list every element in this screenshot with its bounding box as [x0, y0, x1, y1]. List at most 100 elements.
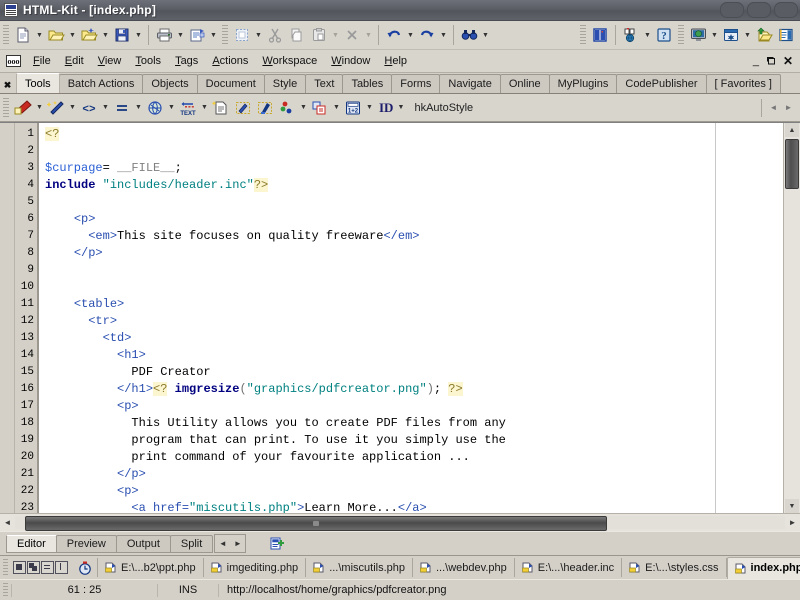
horizontal-scroll-track[interactable] — [15, 516, 785, 531]
id-dropdown[interactable]: ▼ — [395, 97, 406, 119]
split-view-icon[interactable] — [589, 24, 611, 46]
recent-files-icon[interactable] — [77, 560, 93, 576]
menu-app-icon[interactable]: ooo — [6, 55, 21, 67]
print-preview-icon[interactable] — [186, 24, 208, 46]
color-picker-dropdown[interactable]: ▼ — [298, 97, 309, 119]
menu-item-edit[interactable]: Edit — [58, 55, 91, 67]
file-tab-2[interactable]: ...\miscutils.php — [306, 558, 412, 578]
code-line[interactable]: </p> — [39, 466, 783, 483]
open-file-dropdown[interactable]: ▼ — [67, 24, 78, 46]
bookmark-gutter[interactable] — [0, 123, 15, 513]
toolbar-grip[interactable] — [3, 25, 9, 45]
copy-tag-icon[interactable] — [309, 97, 331, 119]
toolbar-grip-4[interactable] — [678, 25, 684, 45]
close-tabstrip-icon[interactable]: ✖ — [1, 77, 14, 93]
code-line[interactable]: program that can print. To use it you si… — [39, 432, 783, 449]
preview-monitor-dropdown[interactable]: ▼ — [709, 24, 720, 46]
plugin-tab-text[interactable]: Text — [305, 74, 344, 93]
code-line[interactable]: <h1> — [39, 347, 783, 364]
print-dropdown[interactable]: ▼ — [175, 24, 186, 46]
menu-item-help[interactable]: Help — [377, 55, 414, 67]
code-line[interactable]: <p> — [39, 398, 783, 415]
open-workspace-icon[interactable] — [78, 24, 100, 46]
scroll-down-button[interactable]: ▼ — [785, 499, 799, 513]
plugin-tab-style[interactable]: Style — [263, 74, 307, 93]
redo-icon[interactable] — [416, 24, 438, 46]
paste-dropdown[interactable]: ▼ — [330, 24, 341, 46]
editor-horizontal-scrollbar[interactable]: ◄ ► — [0, 513, 800, 531]
plugin-tab-navigate[interactable]: Navigate — [439, 74, 501, 93]
indent-lines-dropdown[interactable]: ▼ — [133, 97, 144, 119]
cleanup-tool-dropdown[interactable]: ▼ — [34, 97, 45, 119]
code-line[interactable]: <table> — [39, 296, 783, 313]
window-settings-icon[interactable] — [720, 24, 742, 46]
editor-vertical-scrollbar[interactable]: ▲ ▼ — [783, 123, 800, 513]
code-line[interactable]: </p> — [39, 245, 783, 262]
web-globe-icon[interactable] — [144, 97, 166, 119]
calculator-icon[interactable]: 1+2 — [342, 97, 364, 119]
web-globe-dropdown[interactable]: ▼ — [166, 97, 177, 119]
upload-ftp-icon[interactable] — [753, 24, 775, 46]
code-line[interactable]: <em>This site focuses on quality freewar… — [39, 228, 783, 245]
new-document-icon[interactable] — [210, 97, 232, 119]
undo-dropdown[interactable]: ▼ — [405, 24, 416, 46]
view-tab-output[interactable]: Output — [115, 534, 171, 553]
help-icon[interactable]: ? — [653, 24, 675, 46]
code-line[interactable]: <p> — [39, 211, 783, 228]
menu-item-actions[interactable]: Actions — [205, 55, 255, 67]
menu-item-tools[interactable]: Tools — [128, 55, 168, 67]
window-tile-icon[interactable] — [13, 561, 26, 574]
cut-icon[interactable] — [264, 24, 286, 46]
file-tab-3[interactable]: ...\webdev.php — [413, 558, 514, 578]
save-file-dropdown[interactable]: ▼ — [133, 24, 144, 46]
paste-icon[interactable] — [308, 24, 330, 46]
find-dropdown[interactable]: ▼ — [480, 24, 491, 46]
file-manager-icon[interactable] — [775, 24, 797, 46]
open-workspace-dropdown[interactable]: ▼ — [100, 24, 111, 46]
window-list-icon[interactable] — [41, 561, 54, 574]
plugin-tab-tools[interactable]: Tools — [16, 73, 60, 93]
mdi-close-button[interactable]: ✕ — [783, 54, 793, 68]
horizontal-scroll-thumb[interactable] — [25, 516, 607, 531]
indent-lines-icon[interactable] — [111, 97, 133, 119]
delete-icon[interactable] — [341, 24, 363, 46]
code-tags-icon[interactable]: <> — [78, 97, 100, 119]
save-file-icon[interactable] — [111, 24, 133, 46]
find-icon[interactable] — [458, 24, 480, 46]
format-wand-icon[interactable] — [45, 97, 67, 119]
code-line[interactable]: <? — [39, 126, 783, 143]
wrap-text-dropdown[interactable]: ▼ — [199, 97, 210, 119]
undo-icon[interactable] — [383, 24, 405, 46]
code-line[interactable]: </h1><? imgresize("graphics/pdfcreator.p… — [39, 381, 783, 398]
menu-item-workspace[interactable]: Workspace — [255, 55, 324, 67]
plugin-tab-tables[interactable]: Tables — [342, 74, 393, 93]
code-line[interactable] — [39, 279, 783, 296]
code-line[interactable]: <a href="miscutils.php">Learn More...</a… — [39, 500, 783, 513]
code-line[interactable]: <p> — [39, 483, 783, 500]
scroll-left-button[interactable]: ◄ — [0, 515, 15, 530]
mdi-minimize-button[interactable]: _ — [753, 56, 759, 67]
view-tab-preview[interactable]: Preview — [55, 534, 117, 553]
calculator-dropdown[interactable]: ▼ — [364, 97, 375, 119]
vertical-scroll-track[interactable] — [785, 189, 799, 499]
select-all-dropdown[interactable]: ▼ — [253, 24, 264, 46]
scroll-up-button[interactable]: ▲ — [785, 123, 799, 137]
format-wand-dropdown[interactable]: ▼ — [67, 97, 78, 119]
menu-item-file[interactable]: File — [26, 55, 58, 67]
menu-item-tags[interactable]: Tags — [168, 55, 205, 67]
copy-icon[interactable] — [286, 24, 308, 46]
view-tabs-next[interactable]: ► — [230, 536, 245, 551]
file-tab-4[interactable]: E:\...\header.inc — [515, 558, 621, 578]
code-text-area[interactable]: <? $curpage= __FILE__; include "includes/… — [39, 123, 783, 513]
open-file-icon[interactable] — [45, 24, 67, 46]
plugin-tab-objects[interactable]: Objects — [142, 74, 198, 93]
edit-selection-icon[interactable] — [232, 97, 254, 119]
file-bar-grip[interactable] — [3, 558, 8, 577]
code-line[interactable]: include "includes/header.inc"?> — [39, 177, 783, 194]
close-button[interactable] — [774, 2, 798, 18]
code-line[interactable]: print command of your favourite applicat… — [39, 449, 783, 466]
add-snippet-icon[interactable] — [268, 535, 286, 553]
toolbar-nav-prev[interactable]: ◄ — [766, 99, 781, 117]
cleanup-tool-icon[interactable] — [12, 97, 34, 119]
code-line[interactable]: This Utility allows you to create PDF fi… — [39, 415, 783, 432]
